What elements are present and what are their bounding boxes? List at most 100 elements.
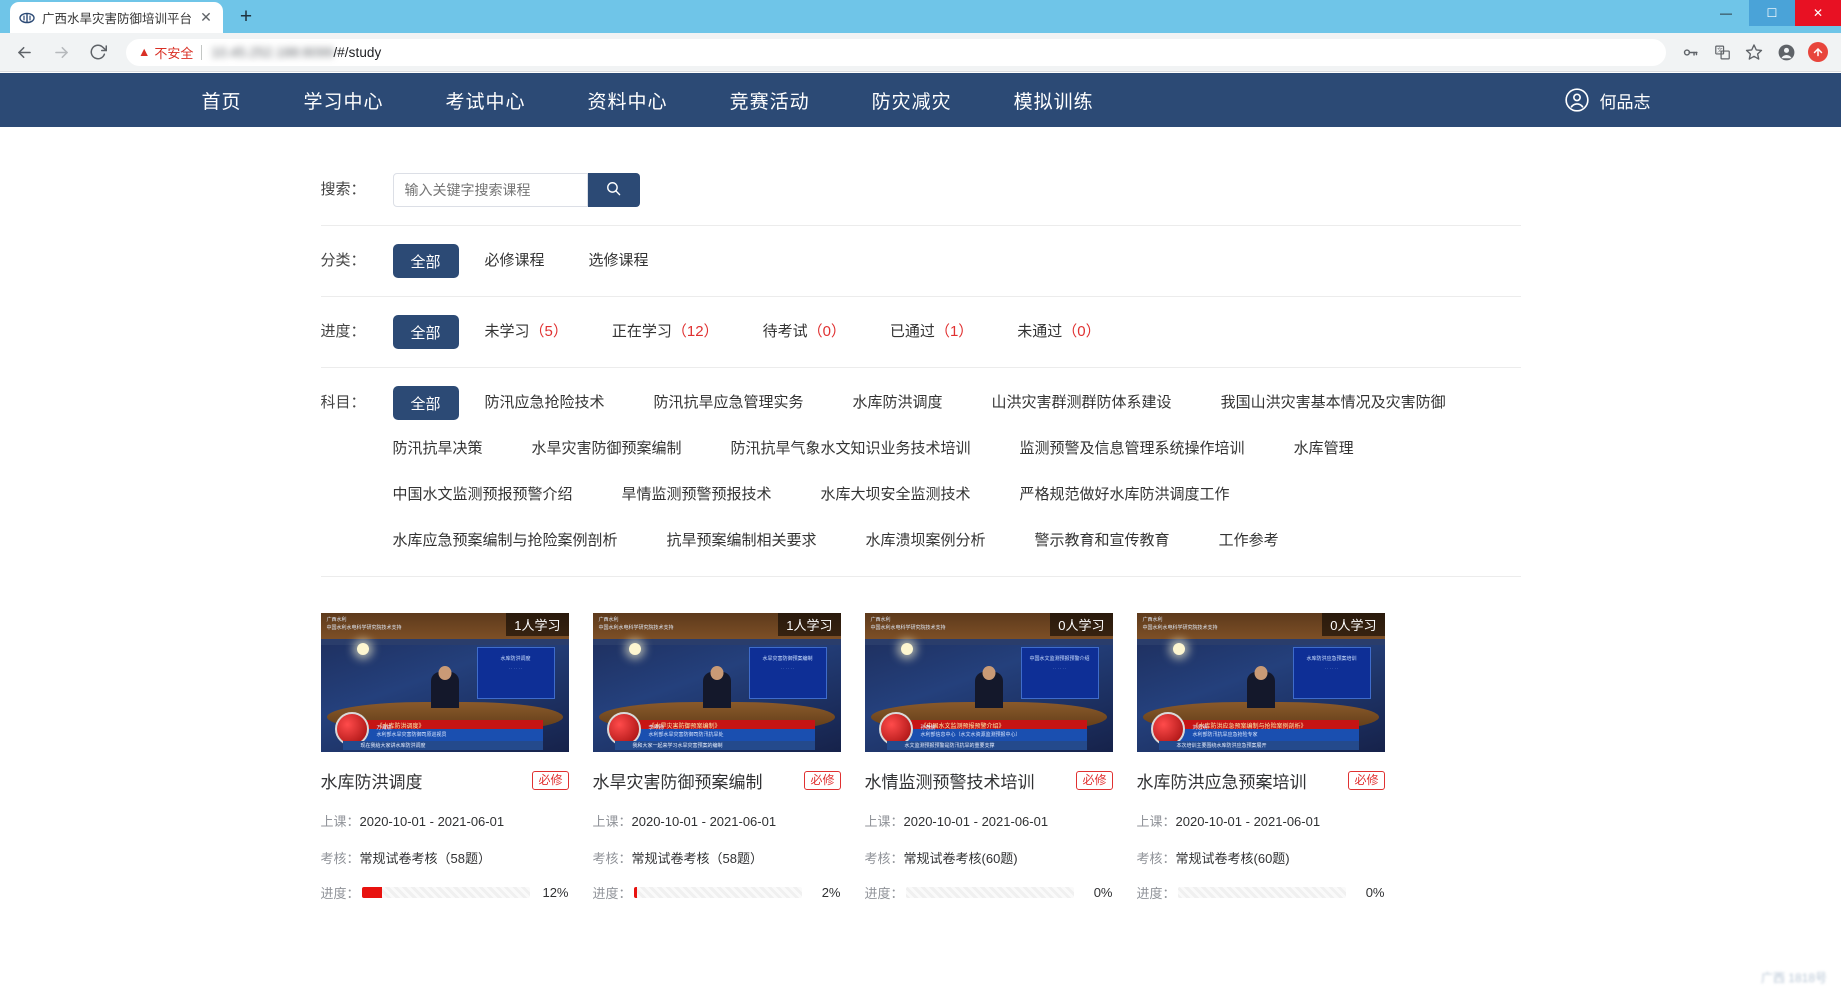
nav-item-disaster-reduction[interactable]: 防灾减灾 — [841, 87, 983, 114]
subject-option-17[interactable]: 警示教育和宣传教育 — [1035, 524, 1170, 558]
course-exam-value: 常规试卷考核（58题） — [360, 851, 491, 866]
progress-label: 进度： — [321, 315, 393, 349]
new-tab-button[interactable]: + — [232, 3, 260, 31]
progress-option-count: （1） — [935, 323, 973, 340]
course-progress: 进度： 2% — [593, 883, 841, 902]
subject-option-4[interactable]: 我国山洪灾害基本情况及灾害防御 — [1221, 386, 1446, 420]
progress-option-failed[interactable]: 未通过（0） — [1017, 315, 1100, 349]
course-card[interactable]: 水库防洪应急预案培训 · · · · · · 广西水利中国水利水电科学研究院技术… — [1137, 613, 1385, 902]
subject-option-15[interactable]: 抗旱预案编制相关要求 — [667, 524, 817, 558]
subject-option-2[interactable]: 水库防洪调度 — [853, 386, 943, 420]
browser-tab-title: 广西水旱灾害防御培训平台 — [42, 8, 197, 27]
nav-item-simulation-training[interactable]: 模拟训练 — [983, 87, 1125, 114]
progress-option-all[interactable]: 全部 — [393, 315, 459, 349]
course-title[interactable]: 水旱灾害防御预案编制 — [593, 768, 763, 793]
course-date-value: 2020-10-01 - 2021-06-01 — [1176, 814, 1321, 829]
key-icon[interactable] — [1675, 37, 1705, 67]
progress-option-text: 正在学习 — [612, 323, 672, 340]
subject-option-18[interactable]: 工作参考 — [1219, 524, 1279, 558]
subject-option-12[interactable]: 水库大坝安全监测技术 — [821, 478, 971, 512]
course-progress-label: 进度： — [321, 883, 360, 902]
thumb-screen: 水库防洪调度 · · · · · · — [477, 647, 555, 699]
translate-icon[interactable]: 文 — [1707, 37, 1737, 67]
progress-option-passed[interactable]: 已通过（1） — [890, 315, 973, 349]
chrome-update-icon[interactable] — [1803, 37, 1833, 67]
search-label: 搜索： — [321, 173, 393, 207]
thumb-corner-text: 广西水利中国水利水电科学研究院技术支持 — [327, 617, 402, 632]
user-menu[interactable]: 何品志 — [1564, 87, 1651, 113]
course-thumbnail[interactable]: 水库防洪应急预案培训 · · · · · · 广西水利中国水利水电科学研究院技术… — [1137, 613, 1385, 752]
window-controls: — ☐ ✕ — [1703, 0, 1841, 26]
progress-bar-fill — [362, 887, 382, 898]
subject-option-16[interactable]: 水库溃坝案例分析 — [866, 524, 986, 558]
course-thumbnail[interactable]: 中国水文监测预报预警介绍 · · · · · · 广西水利中国水利水电科学研究院… — [865, 613, 1113, 752]
subject-option-3[interactable]: 山洪灾害群测群防体系建设 — [992, 386, 1172, 420]
thumb-ticker-text: 我和大家一起来学习水旱灾害预案的编制 — [633, 742, 723, 749]
search-button[interactable] — [588, 173, 640, 207]
thumb-screen-title: 中国水文监测预报预警介绍 — [1022, 655, 1098, 662]
subject-option-5[interactable]: 防汛抗旱决策 — [393, 432, 483, 466]
thumb-corner-text: 广西水利中国水利水电科学研究院技术支持 — [871, 617, 946, 632]
reload-icon[interactable] — [82, 36, 114, 68]
course-exam-label: 考核： — [1137, 851, 1176, 866]
subject-option-11[interactable]: 旱情监测预警预报技术 — [622, 478, 772, 512]
progress-option-text: 已通过 — [890, 323, 935, 340]
back-arrow-icon[interactable] — [8, 36, 40, 68]
browser-window: 广西水旱灾害防御培训平台 ✕ + — ☐ ✕ ▲ 不安全 10.45.252.1… — [0, 0, 1841, 988]
subject-option-13[interactable]: 严格规范做好水库防洪调度工作 — [1020, 478, 1230, 512]
progress-option-not-started[interactable]: 未学习（5） — [485, 315, 568, 349]
subject-option-1[interactable]: 防汛抗旱应急管理实务 — [654, 386, 804, 420]
subject-option-6[interactable]: 水旱灾害防御预案编制 — [532, 432, 682, 466]
nav-item-study-center[interactable]: 学习中心 — [273, 87, 415, 114]
thumb-screen-title: 水旱灾害防御预案编制 — [750, 655, 826, 662]
category-option-elective[interactable]: 选修课程 — [589, 244, 649, 278]
thumb-subtitle-text: 孙春鹏水利部信息中心（水文水资源监测预报中心） — [921, 725, 1021, 739]
course-title[interactable]: 水情监测预警技术培训 — [865, 768, 1035, 793]
minimize-button[interactable]: — — [1703, 0, 1749, 26]
bookmark-star-icon[interactable] — [1739, 37, 1769, 67]
course-title[interactable]: 水库防洪调度 — [321, 768, 423, 793]
search-input[interactable] — [393, 173, 588, 207]
nav-item-home[interactable]: 首页 — [171, 87, 273, 114]
course-progress-percent: 12% — [539, 885, 569, 900]
thumb-ticker-text: 水文监测预报预警是防汛抗旱的重要支撑 — [905, 742, 995, 749]
course-required-tag: 必修 — [804, 771, 840, 790]
subject-option-8[interactable]: 监测预警及信息管理系统操作培训 — [1020, 432, 1245, 466]
maximize-button[interactable]: ☐ — [1749, 0, 1795, 26]
page-content: 搜索： 分类： 全部 必修课程 — [321, 127, 1521, 902]
subject-option-all[interactable]: 全部 — [393, 386, 459, 420]
course-progress: 进度： 0% — [865, 883, 1113, 902]
thumb-subtitle-text: 万海斌水利部水旱灾害防御司原巡视员 — [377, 725, 447, 739]
course-thumbnail[interactable]: 水库防洪调度 · · · · · · 广西水利中国水利水电科学研究院技术支持 《… — [321, 613, 569, 752]
nav-item-competition[interactable]: 竞赛活动 — [699, 87, 841, 114]
course-card[interactable]: 水旱灾害防御预案编制 · · · · · · 广西水利中国水利水电科学研究院技术… — [593, 613, 841, 902]
progress-option-in-progress[interactable]: 正在学习（12） — [612, 315, 719, 349]
category-option-required[interactable]: 必修课程 — [485, 244, 545, 278]
subject-option-9[interactable]: 水库管理 — [1294, 432, 1354, 466]
course-required-tag: 必修 — [532, 771, 568, 790]
course-thumbnail[interactable]: 水旱灾害防御预案编制 · · · · · · 广西水利中国水利水电科学研究院技术… — [593, 613, 841, 752]
browser-tab-strip: 广西水旱灾害防御培训平台 ✕ + — ☐ ✕ — [0, 0, 1841, 33]
forward-arrow-icon[interactable] — [45, 36, 77, 68]
progress-bar — [906, 887, 1074, 898]
course-card[interactable]: 中国水文监测预报预警介绍 · · · · · · 广西水利中国水利水电科学研究院… — [865, 613, 1113, 902]
course-date-label: 上课： — [865, 814, 904, 829]
course-card[interactable]: 水库防洪调度 · · · · · · 广西水利中国水利水电科学研究院技术支持 《… — [321, 613, 569, 902]
subject-option-10[interactable]: 中国水文监测预报预警介绍 — [393, 478, 573, 512]
category-option-all[interactable]: 全部 — [393, 244, 459, 278]
subject-option-14[interactable]: 水库应急预案编制与抢险案例剖析 — [393, 524, 618, 558]
nav-item-exam-center[interactable]: 考试中心 — [415, 87, 557, 114]
course-date: 上课：2020-10-01 - 2021-06-01 — [1137, 811, 1385, 830]
subject-option-7[interactable]: 防汛抗旱气象水文知识业务技术培训 — [731, 432, 971, 466]
address-bar[interactable]: ▲ 不安全 10.45.252.188:8099/#/study — [126, 39, 1666, 66]
nav-item-resource-center[interactable]: 资料中心 — [557, 87, 699, 114]
subject-option-0[interactable]: 防汛应急抢险技术 — [485, 386, 605, 420]
nav-menu: 首页 学习中心 考试中心 资料中心 竞赛活动 防灾减灾 模拟训练 — [171, 87, 1125, 114]
profile-avatar-icon[interactable] — [1771, 37, 1801, 67]
window-close-button[interactable]: ✕ — [1795, 0, 1841, 26]
course-title[interactable]: 水库防洪应急预案培训 — [1137, 768, 1307, 793]
progress-option-pending-exam[interactable]: 待考试（0） — [763, 315, 846, 349]
tab-close-icon[interactable]: ✕ — [197, 9, 215, 27]
course-progress: 进度： 12% — [321, 883, 569, 902]
browser-tab[interactable]: 广西水旱灾害防御培训平台 ✕ — [10, 2, 223, 33]
